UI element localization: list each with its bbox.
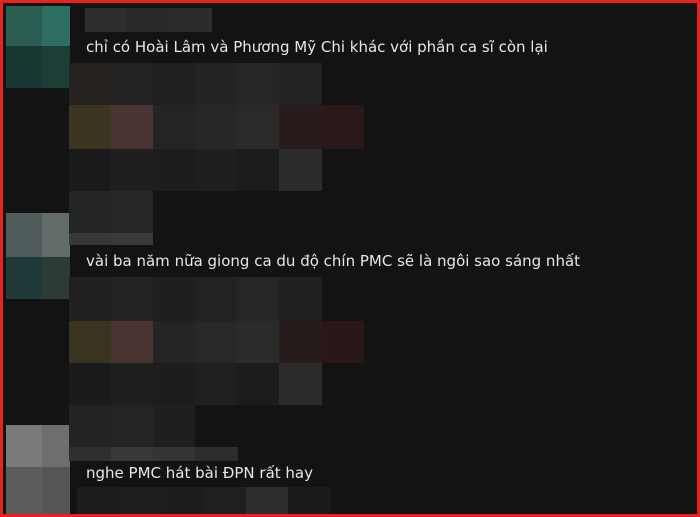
pixelated-action-block	[153, 105, 195, 149]
pixelated-action-block	[237, 105, 279, 149]
avatar-pixel	[42, 467, 70, 514]
pixelated-action-block	[69, 277, 111, 321]
pixelated-action-block	[279, 321, 322, 363]
avatar-pixel	[6, 257, 42, 299]
pixelated-action-block	[237, 149, 279, 191]
pixelated-action-block	[69, 321, 111, 363]
pixelated-action-block	[69, 149, 111, 191]
pixelated-username	[111, 405, 153, 447]
avatar-pixel	[6, 46, 42, 88]
pixelated-username	[195, 447, 238, 461]
pixelated-action-block	[111, 63, 153, 105]
pixelated-username	[153, 405, 195, 447]
pixelated-action-block	[279, 63, 322, 105]
pixelated-action-block	[69, 63, 111, 105]
pixelated-action-block	[69, 105, 111, 149]
comment-text: nghe PMC hát bài ĐPN rất hay	[86, 464, 313, 482]
pixelated-action-block	[161, 487, 203, 514]
pixelated-action-block	[322, 105, 364, 149]
pixelated-action-block	[203, 487, 246, 514]
pixelated-action-block	[195, 63, 237, 105]
pixelated-username	[69, 233, 111, 245]
pixelated-username	[111, 233, 153, 245]
pixelated-username	[111, 191, 153, 233]
pixelated-action-block	[153, 149, 195, 191]
comment-screenshot-frame: chỉ có Hoài Lâm và Phương Mỹ Chi khác vớ…	[0, 0, 700, 517]
pixelated-action-block	[111, 321, 153, 363]
avatar-pixel	[42, 46, 70, 88]
pixelated-username	[153, 447, 195, 461]
pixelated-action-block	[195, 321, 237, 363]
avatar-pixel	[6, 467, 42, 514]
pixelated-action-block	[195, 105, 237, 149]
pixelated-action-block	[195, 149, 237, 191]
pixelated-action-block	[153, 277, 195, 321]
avatar-pixel	[42, 213, 70, 257]
pixelated-action-block	[288, 487, 330, 514]
pixelated-action-block	[111, 277, 153, 321]
pixelated-action-block	[237, 63, 279, 105]
pixelated-action-block	[279, 149, 322, 191]
pixelated-username	[169, 8, 212, 32]
pixelated-action-block	[153, 363, 195, 405]
avatar-pixel	[42, 425, 70, 467]
pixelated-username	[69, 447, 111, 461]
comment-text: vài ba năm nữa giong ca du độ chín PMC s…	[86, 252, 581, 270]
pixelated-action-block	[153, 63, 195, 105]
pixelated-action-block	[111, 149, 153, 191]
pixelated-action-block	[322, 321, 364, 363]
pixelated-avatar-icon	[6, 425, 42, 467]
pixelated-action-block	[69, 363, 111, 405]
pixelated-action-block	[246, 487, 288, 514]
pixelated-username	[127, 8, 169, 32]
pixelated-username	[69, 191, 111, 233]
comment-text: chỉ có Hoài Lâm và Phương Mỹ Chi khác vớ…	[86, 38, 548, 56]
pixelated-action-block	[237, 363, 279, 405]
pixelated-action-block	[153, 321, 195, 363]
pixelated-username	[85, 8, 127, 32]
pixelated-action-block	[279, 363, 322, 405]
pixelated-action-block	[195, 363, 237, 405]
pixelated-action-block	[237, 321, 279, 363]
avatar-pixel	[42, 6, 70, 46]
pixelated-action-block	[279, 105, 322, 149]
pixelated-action-block	[119, 487, 161, 514]
pixelated-username	[111, 447, 153, 461]
pixelated-avatar-icon	[6, 6, 42, 46]
pixelated-action-block	[237, 277, 279, 321]
pixelated-avatar-icon	[6, 213, 42, 257]
pixelated-action-block	[111, 363, 153, 405]
pixelated-action-block	[279, 277, 322, 321]
pixelated-action-block	[77, 487, 119, 514]
pixelated-action-block	[111, 105, 153, 149]
avatar-pixel	[42, 257, 70, 299]
pixelated-username	[69, 405, 111, 447]
pixelated-action-block	[195, 277, 237, 321]
